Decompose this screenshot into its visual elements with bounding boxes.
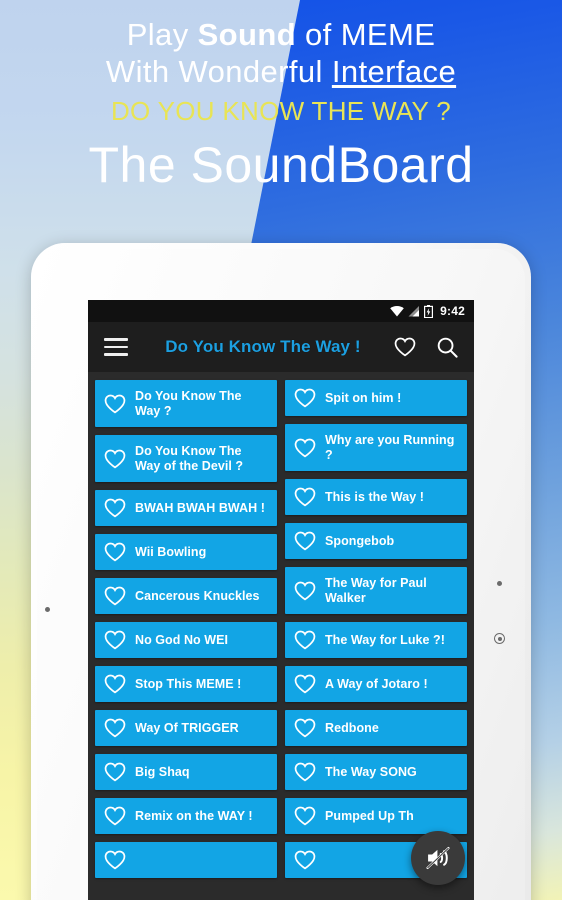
sound-list-item[interactable]: Stop This MEME ! [95,666,277,702]
heart-outline-icon[interactable] [294,762,316,782]
hero-line-1-c: of MEME [296,17,436,52]
heart-outline-icon[interactable] [104,586,126,606]
hamburger-menu-icon[interactable] [104,338,128,356]
heart-outline-icon[interactable] [294,630,316,650]
hero-text-block: Play Sound of MEME With Wonderful Interf… [0,0,562,230]
sound-list-item-label: Cancerous Knuckles [135,588,260,603]
sound-list-item[interactable]: Do You Know The Way of the Devil ? [95,435,277,482]
sound-list-item[interactable]: No God No WEI [95,622,277,658]
wifi-icon [390,305,404,316]
sound-list-item[interactable]: Remix on the WAY ! [95,798,277,834]
hero-line-1: Play Sound of MEME [0,17,562,53]
sound-list-item[interactable]: Why are you Running ? [285,424,467,471]
heart-outline-icon[interactable] [294,718,316,738]
sound-list-item-label: Wii Bowling [135,544,207,559]
heart-outline-icon[interactable] [294,531,316,551]
sound-list-item[interactable]: BWAH BWAH BWAH ! [95,490,277,526]
hero-line-3: DO YOU KNOW THE WAY ? [110,95,452,126]
sound-list-item-label: The Way for Luke ?! [325,632,445,647]
device-screen: 9:42 Do You Know The Way ! Do You Know T… [88,300,474,900]
sound-list-item[interactable]: Spit on him ! [285,380,467,416]
sound-list-item-label: The Way SONG [325,764,417,779]
heart-outline-icon[interactable] [294,487,316,507]
sound-list-item-label: Redbone [325,720,379,735]
sound-list-item-label: A Way of Jotaro ! [325,676,428,691]
sound-list-item[interactable] [95,842,277,878]
sound-list-item-label: Do You Know The Way of the Devil ? [135,443,244,473]
sound-list-item-label: Big Shaq [135,764,190,779]
sound-list-item[interactable]: Big Shaq [95,754,277,790]
sound-list-item-label: Remix on the WAY ! [135,808,253,823]
sound-list-item-label: Pumped Up Th [325,808,414,823]
heart-outline-icon[interactable] [104,498,126,518]
sound-list-item-label: No God No WEI [135,632,228,647]
sound-list-item-label: This is the Way ! [325,489,425,504]
sound-list-item[interactable]: This is the Way ! [285,479,467,515]
heart-outline-icon[interactable] [104,806,126,826]
heart-outline-icon[interactable] [104,674,126,694]
sound-list-item[interactable]: The Way SONG [285,754,467,790]
heart-outline-icon[interactable] [294,388,316,408]
heart-outline-icon[interactable] [294,581,316,601]
sound-list-item-label: Spit on him ! [325,390,402,405]
battery-charging-icon [424,304,434,318]
heart-outline-icon[interactable] [104,394,126,414]
sound-list-item-label: Stop This MEME ! [135,676,242,691]
hero-title: The SoundBoard [88,136,474,193]
heart-outline-icon[interactable] [294,674,316,694]
sound-list-item-label: Why are you Running ? [325,432,455,462]
heart-outline-icon[interactable] [104,630,126,650]
sound-list-item[interactable]: Do You Know The Way ? [95,380,277,427]
app-bar: Do You Know The Way ! [88,322,474,372]
sound-list-item[interactable]: The Way for Luke ?! [285,622,467,658]
hero-line-1-bold: Sound [197,17,297,52]
sound-list-item[interactable]: Way Of TRIGGER [95,710,277,746]
search-icon[interactable] [434,336,460,359]
sound-list-item[interactable]: A Way of Jotaro ! [285,666,467,702]
heart-outline-icon[interactable] [104,762,126,782]
sound-list-item-label: Way Of TRIGGER [135,720,239,735]
device-home-button-icon [494,633,505,644]
device-camera-left-icon [45,607,50,612]
sound-list-column-left: Do You Know The Way ? Do You Know The Way… [95,380,277,900]
heart-outline-icon[interactable] [104,449,126,469]
sound-list-item[interactable]: Spongebob [285,523,467,559]
sound-list-item[interactable]: The Way for Paul Walker [285,567,467,614]
sound-list-grid[interactable]: Do You Know The Way ? Do You Know The Way… [88,372,474,900]
sound-list-item-label: Spongebob [325,533,395,548]
sound-list-item[interactable]: Cancerous Knuckles [95,578,277,614]
volume-mute-icon [426,846,450,870]
sound-list-item-label: Do You Know The Way ? [135,388,242,418]
heart-outline-icon[interactable] [104,542,126,562]
status-bar-time: 9:42 [440,304,465,318]
hero-line-2-a: With Wonderful [105,53,332,89]
app-bar-title: Do You Know The Way ! [165,337,361,356]
sound-list-item[interactable]: Redbone [285,710,467,746]
signal-icon [408,305,420,316]
hero-line-1-a: Play [126,17,198,52]
sound-list-item[interactable]: Pumped Up Th [285,798,467,834]
sound-list-item-label: The Way for Paul Walker [325,575,427,605]
heart-outline-icon[interactable] [104,850,126,870]
status-bar: 9:42 [88,300,474,322]
device-frame: 9:42 Do You Know The Way ! Do You Know T… [31,243,531,900]
heart-outline-icon[interactable] [104,718,126,738]
hero-line-2-underline: Interface [331,53,457,89]
sound-list-column-right: Spit on him ! Why are you Running ? This i… [285,380,467,900]
heart-outline-icon[interactable] [294,850,316,870]
sound-list-item-label: BWAH BWAH BWAH ! [135,500,265,515]
volume-mute-fab-button[interactable] [411,831,465,885]
sound-list-item[interactable]: Wii Bowling [95,534,277,570]
heart-outline-icon[interactable] [294,438,316,458]
heart-outline-icon[interactable] [294,806,316,826]
hero-line-2: With Wonderful Interface [0,53,562,92]
favorites-heart-icon[interactable] [392,337,418,357]
device-camera-right-icon [497,581,502,586]
